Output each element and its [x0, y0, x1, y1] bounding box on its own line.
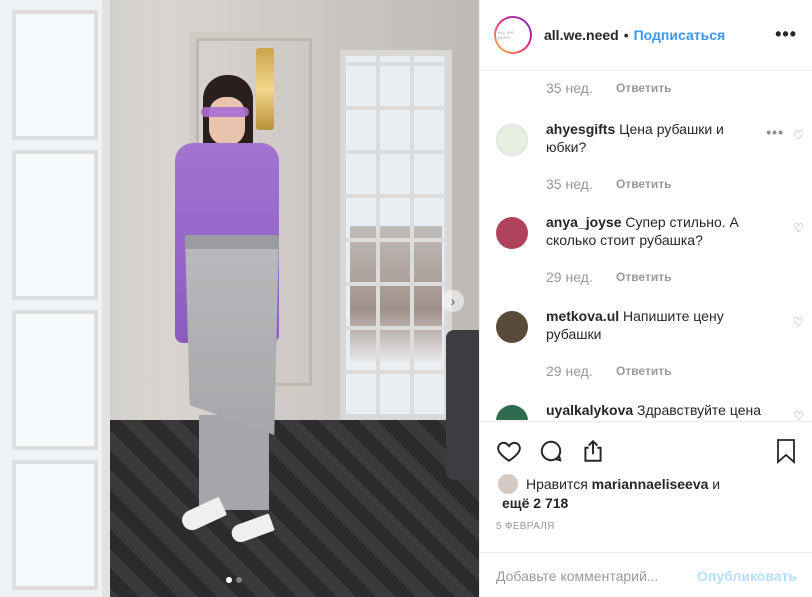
comment-more-icon[interactable]: ••• — [766, 124, 784, 140]
comment-time: 29 нед. — [546, 269, 593, 285]
likes-mid: и — [708, 476, 721, 492]
photo-window-right — [340, 50, 452, 420]
reply-button[interactable]: Ответить — [616, 177, 671, 191]
reply-button[interactable]: Ответить — [616, 364, 671, 378]
post-sidebar: ALL WE NEED all.we.need • Подписаться ••… — [479, 0, 812, 597]
comment-avatar[interactable] — [496, 311, 528, 343]
comment-avatar[interactable] — [496, 405, 528, 420]
header-separator: • — [623, 27, 629, 43]
comment-meta: 35 нед. Ответить — [546, 80, 671, 96]
action-icons — [496, 438, 606, 464]
comment-meta: 29 нед. Ответить — [546, 363, 671, 379]
comment-text: Здравствуйте цена — [633, 402, 761, 418]
post-header: ALL WE NEED all.we.need • Подписаться ••… — [480, 0, 812, 71]
share-icon[interactable] — [580, 438, 606, 464]
comment-icon[interactable] — [538, 438, 564, 464]
carousel-dot — [236, 577, 242, 583]
post-actions: Нравится mariannaeliseeva и ещё 2 718 5 … — [480, 421, 812, 591]
heart-outline-icon[interactable]: ♡ — [793, 409, 804, 420]
bookmark-icon[interactable] — [775, 438, 797, 464]
comment-time: 29 нед. — [546, 363, 593, 379]
reply-button[interactable]: Ответить — [616, 270, 671, 284]
comment-input[interactable] — [496, 567, 698, 584]
post-photo[interactable]: › — [0, 0, 479, 597]
comment-username[interactable]: metkova.ul — [546, 308, 619, 324]
more-options-icon[interactable]: ••• — [775, 24, 797, 45]
avatar-logo-text: ALL WE NEED — [496, 18, 530, 52]
comments-list[interactable]: 35 нед. Ответить ahyesgifts Цена рубашки… — [480, 72, 812, 420]
publish-button[interactable]: Опубликовать — [697, 568, 797, 584]
comment-body: anya_joyse Супер стильно. А сколько стои… — [546, 213, 761, 249]
comment-username[interactable]: anya_joyse — [546, 214, 622, 230]
likes-summary: Нравится mariannaeliseeva и ещё 2 718 — [498, 474, 778, 513]
heart-outline-icon[interactable]: ♡ — [793, 128, 804, 142]
liker-username[interactable]: mariannaeliseeva — [592, 476, 709, 492]
post-date[interactable]: 5 ФЕВРАЛЯ — [496, 521, 555, 532]
comment-body: uyalkalykova Здравствуйте цена — [546, 401, 761, 419]
photo-window-left — [0, 0, 110, 597]
comment-body: metkova.ul Напишите цену рубашки — [546, 307, 761, 343]
comment-body: ahyesgifts Цена рубашки и юбки? — [546, 120, 761, 156]
comment-avatar[interactable] — [496, 124, 528, 156]
comment-meta: 35 нед. Ответить — [546, 176, 671, 192]
follow-button[interactable]: Подписаться — [634, 27, 726, 43]
photo-model — [165, 75, 285, 595]
comment-time: 35 нед. — [546, 176, 593, 192]
comment-username[interactable]: ahyesgifts — [546, 121, 615, 137]
carousel-next-button[interactable]: › — [442, 290, 464, 312]
likes-count-button[interactable]: ещё 2 718 — [498, 494, 778, 513]
carousel-dot-active — [226, 577, 232, 583]
comment-time: 35 нед. — [546, 80, 593, 96]
comment-avatar[interactable] — [496, 217, 528, 249]
heart-icon[interactable] — [496, 438, 522, 464]
comment-username[interactable]: uyalkalykova — [546, 402, 633, 418]
heart-outline-icon[interactable]: ♡ — [793, 221, 804, 235]
heart-outline-icon[interactable]: ♡ — [793, 315, 804, 329]
comment-meta: 29 нед. Ответить — [546, 269, 671, 285]
profile-username[interactable]: all.we.need — [544, 27, 619, 43]
liker-avatar[interactable] — [498, 474, 518, 494]
comment-composer: Опубликовать — [480, 552, 812, 597]
likes-prefix: Нравится — [526, 476, 592, 492]
reply-button[interactable]: Ответить — [616, 81, 671, 95]
profile-avatar[interactable]: ALL WE NEED — [494, 16, 532, 54]
photo-armchair — [446, 330, 479, 480]
carousel-dots — [226, 577, 242, 583]
